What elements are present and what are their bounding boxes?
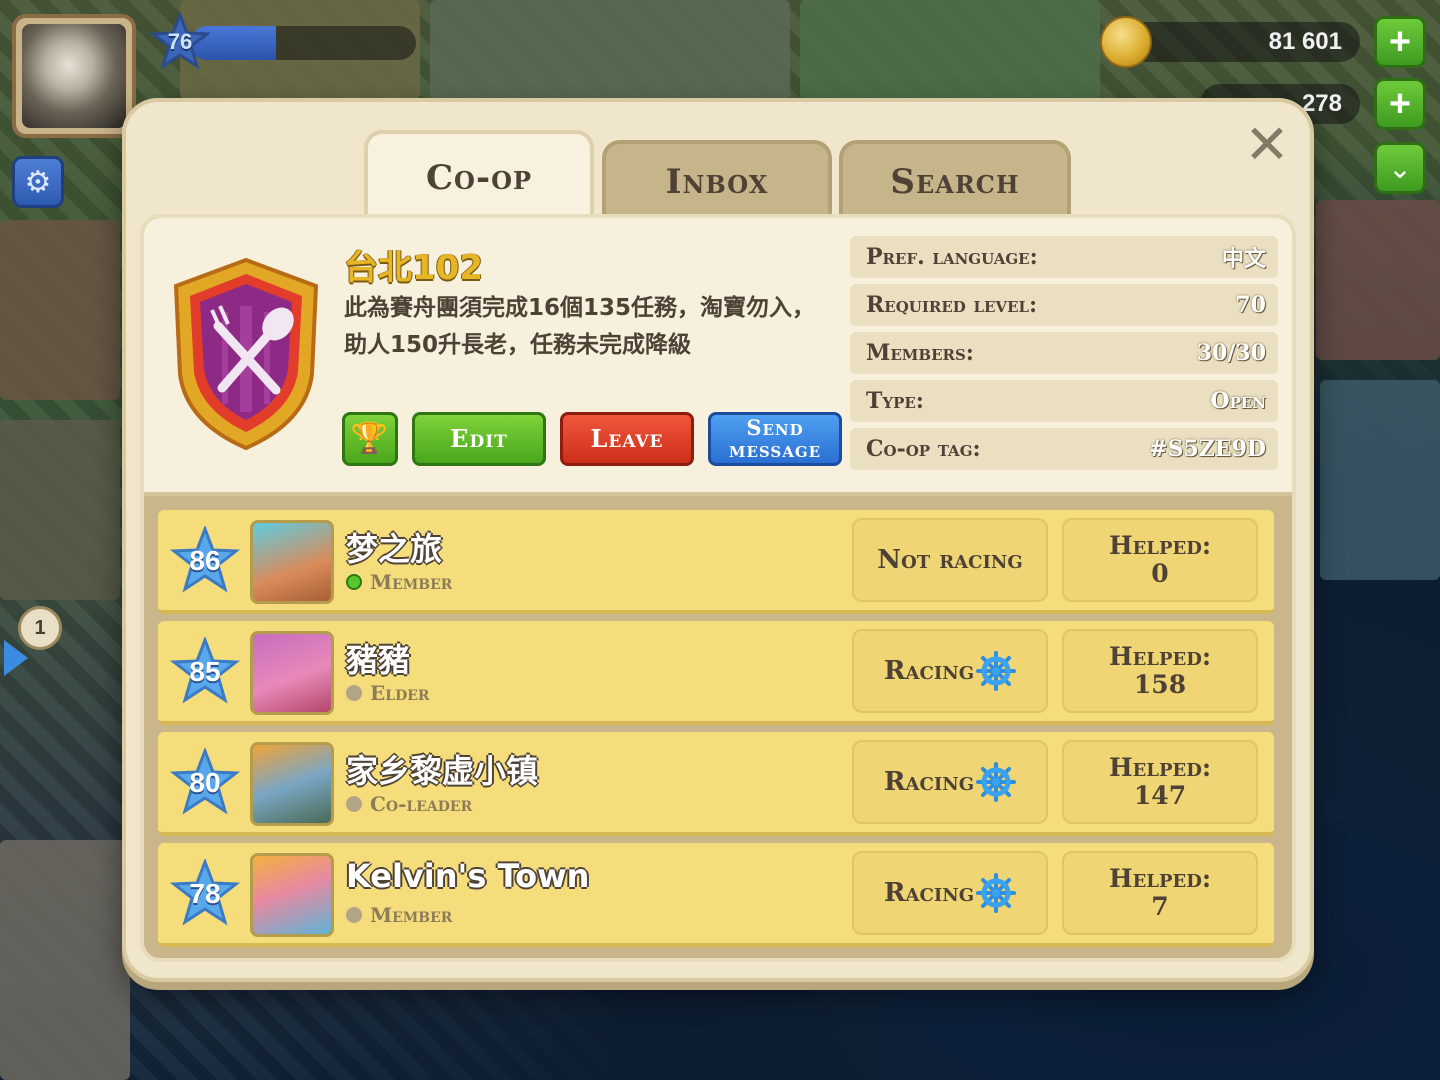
member-name: 家乡黎虚小镇 [346,752,539,790]
member-role-label: Member [370,570,453,594]
info-row-required-level: Required level: 70 [850,284,1278,326]
member-row[interactable]: 85 豬豬 Elder Racing Helped: 158 [158,621,1274,725]
coop-name: 台北102 [344,248,483,288]
helped-label: Helped: [1108,642,1212,671]
race-status-label: Racing [883,767,975,797]
helped-count: Helped: 7 [1062,851,1258,935]
info-label: Co-op tag: [866,436,981,462]
member-role: Co-leader [346,792,472,816]
member-list: 86 梦之旅 Member Not racing Helped: 0 85 豬豬… [158,510,1274,954]
info-label: Members: [866,340,974,366]
xp-progress-bar [190,26,416,60]
coop-description: 此為賽舟團須完成16個135任務，淘寶勿入，助人150升長老，任務未完成降級 [344,295,816,358]
trophy-icon: 🏆 [350,421,390,456]
member-row[interactable]: 80 家乡黎虚小镇 Co-leader Racing Helped: 147 [158,732,1274,836]
member-row[interactable]: 78 Kelvin's Town Member Racing Helped: 7 [158,843,1274,947]
coins-value: 81 601 [1268,28,1342,55]
coop-content: 台北102 此為賽舟團須完成16個135任務，淘寶勿入，助人150升長老，任務未… [140,214,1296,962]
tab-coop[interactable]: Co-op [364,130,594,222]
info-value: 70 [1235,292,1266,318]
coop-info: Pref. language: 中文 Required level: 70 Me… [850,236,1278,476]
race-status: Racing [852,629,1048,713]
add-cash-button[interactable]: + [1374,78,1426,130]
settings-gear-icon[interactable]: ⚙ [12,156,64,208]
send-message-button[interactable]: Send message [708,412,842,466]
pig-cake-avatar [250,631,334,715]
helped-count: Helped: 158 [1062,629,1258,713]
info-label: Type: [866,388,924,414]
player-photo [22,24,126,128]
helped-count: Helped: 147 [1062,740,1258,824]
member-level: 78 [189,878,221,909]
ship-wheel-icon [976,873,1017,913]
info-label: Pref. language: [866,244,1038,270]
party-pig-avatar [250,853,334,937]
race-status: Not racing [852,518,1048,602]
member-level-star: 80 [170,748,240,818]
info-row-coop-tag: Co-op tag: #S5ZE9D [850,428,1278,470]
player-avatar[interactable] [12,14,136,138]
member-name: 豬豬 [346,641,411,679]
info-row-type: Type: Open [850,380,1278,422]
info-label: Required level: [866,292,1038,318]
trophy-button[interactable]: 🏆 [342,412,398,466]
offline-status-icon [346,796,362,812]
coin-icon [1100,16,1152,68]
info-row-members: Members: 30/30 [850,332,1278,374]
coins-counter: 81 601 [1100,16,1360,68]
helped-value: 7 [1151,892,1169,921]
helped-label: Helped: [1108,864,1212,893]
helped-value: 147 [1133,781,1187,810]
helped-value: 0 [1151,559,1169,588]
race-status: Racing [852,740,1048,824]
member-level-star: 85 [170,637,240,707]
info-value: Open [1210,388,1266,414]
member-role: Member [346,570,452,594]
helped-count: Helped: 0 [1062,518,1258,602]
member-name: 梦之旅 [346,530,443,568]
race-status-label: Not racing [877,545,1023,575]
member-role: Elder [346,681,430,705]
offline-status-icon [346,907,362,923]
info-value: 中文 [1221,246,1266,272]
member-role-label: Co-leader [370,792,473,816]
tab-inbox[interactable]: Inbox [602,140,832,220]
coop-header: 台北102 此為賽舟團須完成16個135任務，淘寶勿入，助人150升長老，任務未… [144,218,1292,496]
expand-menu-chevron-icon[interactable]: ⌄ [1374,142,1426,194]
member-level: 85 [189,656,221,687]
helped-value: 158 [1133,670,1187,699]
side-arrow-icon[interactable] [4,640,28,676]
race-status-label: Racing [883,656,975,686]
coop-shield-icon [173,257,319,451]
add-coins-button[interactable]: + [1374,16,1426,68]
member-level: 80 [189,767,221,798]
online-status-icon [346,574,362,590]
ship-wheel-icon [976,762,1017,802]
member-name: Kelvin's Town [346,857,590,895]
helped-label: Helped: [1108,753,1212,782]
member-role-label: Member [370,903,453,927]
race-status-label: Racing [883,878,975,908]
member-role-label: Elder [370,681,430,705]
player-level: 76 [167,29,193,54]
helped-label: Helped: [1108,531,1212,560]
ship-wheel-icon [976,651,1017,691]
edit-button[interactable]: Edit [412,412,546,466]
rabbit-avatar [250,520,334,604]
leave-button[interactable]: Leave [560,412,694,466]
member-level: 86 [189,545,221,576]
member-row[interactable]: 86 梦之旅 Member Not racing Helped: 0 [158,510,1274,614]
member-level-star: 78 [170,859,240,929]
race-status: Racing [852,851,1048,935]
info-value: 30/30 [1196,340,1266,366]
member-level-star: 86 [170,526,240,596]
info-value: #S5ZE9D [1149,436,1266,462]
cow-avatar [250,742,334,826]
player-level-star: 76 [150,12,210,72]
tab-search[interactable]: Search [839,140,1071,220]
offline-status-icon [346,685,362,701]
close-icon[interactable]: ✕ [1240,118,1294,172]
info-row-language: Pref. language: 中文 [850,236,1278,278]
member-role: Member [346,903,452,927]
